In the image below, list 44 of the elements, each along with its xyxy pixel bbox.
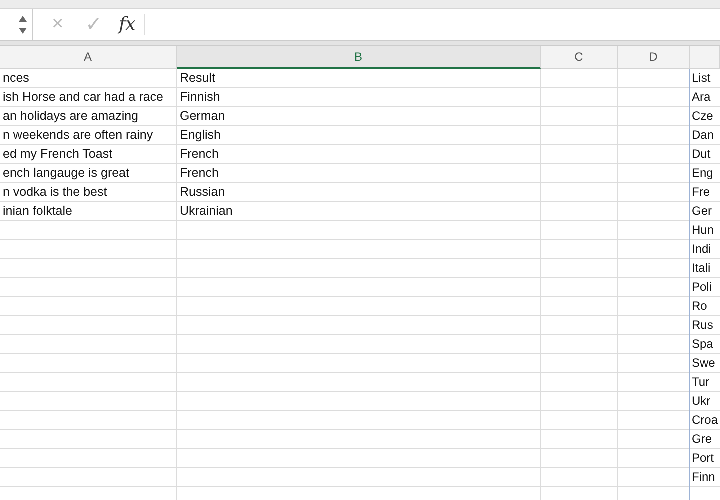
table-cell: n weekends are often rainy [3,128,154,142]
table-cell: Itali [692,261,711,275]
table-cell: n vodka is the best [3,185,108,199]
table-cell: Ara [692,90,711,104]
table-cell: Dut [692,147,711,161]
table-cell: Ger [692,204,712,218]
table-cell: German [180,109,226,123]
column-header[interactable]: D [618,46,690,69]
table-cell: List [692,71,711,85]
insert-function-button[interactable]: fx [119,14,145,35]
table-cell: Hun [692,223,714,237]
table-cell: inian folktale [3,204,72,218]
table-cell: Swe [692,356,716,370]
table-cell: Finn [692,470,716,484]
table-cell: an holidays are amazing [3,109,138,123]
table-cell: Russian [180,185,226,199]
column-header[interactable]: C [541,46,618,69]
table-cell: Cze [692,109,714,123]
table-cell: French [180,166,219,180]
table-cell: Spa [692,337,714,351]
table-cell: Indi [692,242,712,256]
table-cell: Dan [692,128,714,142]
table-cell: French [180,147,219,161]
table-cell: Ukrainian [180,204,233,218]
stepper-arrows-icon[interactable] [18,14,28,36]
table-cell: Croa [692,413,718,427]
table-cell: Rus [692,318,714,332]
table-cell: Port [692,451,714,465]
table-cell: Gre [692,432,712,446]
table-cell: Result [180,71,216,85]
table-cell: Ukr [692,394,711,408]
column-header[interactable]: B [177,46,541,69]
table-cell: Ro [692,299,708,313]
table-cell: Fre [692,185,710,199]
table-cell: ench langauge is great [3,166,130,180]
table-cell: Tur [692,375,710,389]
table-cell: Poli [692,280,712,294]
table-cell: ed my French Toast [3,147,113,161]
table-cell: ish Horse and car had a race [3,90,164,104]
table-cell: English [180,128,221,142]
table-cell: Finnish [180,90,220,104]
column-header[interactable]: A [0,46,177,69]
table-cell: Eng [692,166,714,180]
table-cell: nces [3,71,30,85]
